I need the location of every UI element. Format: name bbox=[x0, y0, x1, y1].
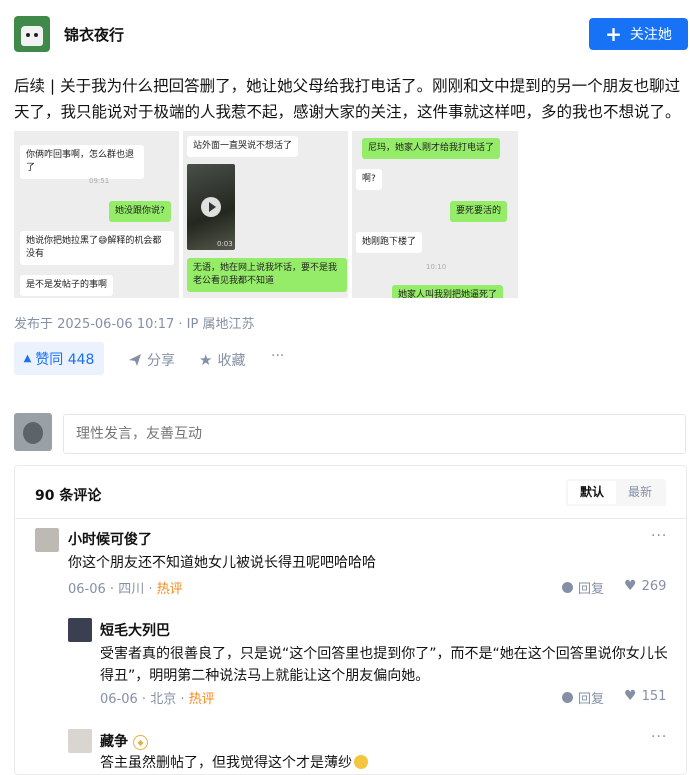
sort-default-tab[interactable]: 默认 bbox=[568, 481, 616, 504]
avatar-eye bbox=[34, 33, 38, 37]
follow-label: 关注她 bbox=[629, 27, 672, 43]
sort-toggle: 默认 最新 bbox=[566, 479, 666, 506]
play-icon[interactable] bbox=[201, 197, 221, 217]
divider bbox=[15, 518, 686, 519]
publish-meta: 发布于 2025-06-06 10:17 · IP 属地江苏 bbox=[14, 317, 255, 332]
comment-text: 你这个朋友还不知道她女儿被说长得丑呢吧哈哈哈 bbox=[68, 555, 376, 571]
collect-label: 收藏 bbox=[217, 353, 246, 369]
badge-icon: ◆ bbox=[133, 735, 148, 750]
comment-location: 四川 bbox=[118, 582, 145, 597]
meta-dot: · bbox=[148, 582, 157, 597]
reply-label: 回复 bbox=[578, 582, 605, 597]
reply-button[interactable]: 回复 bbox=[562, 578, 604, 597]
chat-bubble: 尼玛，她家人刚才给我打电话了 bbox=[362, 138, 501, 159]
chat-timestamp: 09:51 bbox=[89, 177, 110, 185]
chat-bubble: 她说你把她拉黑了😅解释的机会都没有 bbox=[20, 231, 174, 265]
chat-bubble: 是不是发帖子的事啊 bbox=[20, 275, 114, 296]
comment-text: 受害者真的很善良了，只是说“这个回答里也提到你了”，而不是“她在这个回答里说你女… bbox=[100, 646, 668, 684]
reply-button[interactable]: 回复 bbox=[562, 688, 604, 707]
chat-bubble: 她家人叫我别把她逼死了 bbox=[392, 285, 504, 298]
avatar-face bbox=[21, 26, 43, 46]
chat-screenshot-3[interactable]: 尼玛，她家人刚才给我打电话了 啊? 要死要活的 她刚跑下楼了 10:10 她家人… bbox=[352, 131, 518, 298]
chat-bubble: 她刚跑下楼了 bbox=[356, 232, 423, 253]
chat-bubble: 无语，她在网上说我坏话，要不是我老公看见我都不知道 bbox=[187, 258, 347, 292]
meta-dot: · bbox=[109, 582, 119, 597]
share-button[interactable]: 分享 bbox=[128, 350, 175, 370]
comment-author: 藏争 bbox=[100, 734, 128, 750]
chat-bubble: 你俩咋回事啊，怎么群也退了 bbox=[20, 145, 144, 179]
more-actions-button[interactable]: ··· bbox=[271, 348, 284, 364]
meta-dot: · bbox=[180, 692, 189, 707]
video-duration: 0:03 bbox=[217, 240, 233, 248]
comment-author[interactable]: 短毛大列巴 bbox=[100, 620, 170, 640]
comment-text-row: 答主虽然删帖了，但我觉得这个才是薄纱 bbox=[100, 752, 668, 774]
hot-comment-tag: 热评 bbox=[188, 692, 215, 707]
author-name[interactable]: 锦衣夜行 bbox=[64, 24, 124, 45]
reply-icon bbox=[562, 582, 573, 593]
hot-comment-tag: 热评 bbox=[156, 582, 183, 597]
chat-bubble: 站外面一直哭说不想活了 bbox=[187, 136, 299, 157]
like-count: 269 bbox=[641, 578, 667, 594]
comment-location: 北京 bbox=[150, 692, 177, 707]
upvote-button[interactable]: ▲ 赞同 448 bbox=[14, 342, 104, 375]
like-button[interactable]: ♥ 269 bbox=[624, 578, 666, 594]
chat-bubble: 要死要活的 bbox=[450, 201, 508, 222]
avatar-eye bbox=[26, 33, 30, 37]
emoji-icon bbox=[354, 755, 368, 769]
chat-timestamp: 10:10 bbox=[426, 263, 447, 271]
collect-button[interactable]: ★ 收藏 bbox=[199, 350, 245, 370]
chat-bubble: 啊? bbox=[356, 169, 382, 190]
comment-meta: 06-06 · 四川 · 热评 bbox=[68, 578, 183, 597]
comment-count: 90 条评论 bbox=[35, 488, 102, 504]
answer-text: 后续 | 关于我为什么把回答删了，她让她父母给我打电话了。刚刚和文中提到的另一个… bbox=[14, 77, 681, 121]
comment-date: 06-06 bbox=[68, 582, 106, 597]
comment-avatar[interactable] bbox=[68, 618, 92, 642]
chat-screenshot-1[interactable]: 你俩咋回事啊，怎么群也退了 09:51 她没跟你说? 她说你把她拉黑了😅解释的机… bbox=[14, 131, 179, 298]
sort-latest-tab[interactable]: 最新 bbox=[616, 479, 664, 506]
triangle-up-icon: ▲ bbox=[23, 353, 32, 364]
comment-more-button[interactable]: ··· bbox=[651, 528, 667, 544]
comment-input[interactable] bbox=[63, 414, 686, 454]
like-count: 151 bbox=[641, 688, 667, 704]
reply-icon bbox=[562, 692, 573, 703]
comment-avatar[interactable] bbox=[68, 729, 92, 753]
current-user-avatar bbox=[14, 413, 52, 451]
share-icon bbox=[129, 354, 141, 366]
heart-icon: ♥ bbox=[624, 578, 637, 594]
upvote-label: 赞同 448 bbox=[35, 351, 95, 368]
chat-bubble: 她没跟你说? bbox=[109, 201, 171, 222]
comment-avatar[interactable] bbox=[35, 528, 59, 552]
comment-more-button[interactable]: ··· bbox=[651, 729, 667, 745]
plus-icon: + bbox=[605, 22, 622, 46]
chat-screenshot-2[interactable]: 站外面一直哭说不想活了 0:03 无语，她在网上说我坏话，要不是我老公看见我都不… bbox=[183, 131, 348, 298]
share-label: 分享 bbox=[147, 353, 175, 369]
follow-button[interactable]: + 关注她 bbox=[589, 18, 688, 50]
avatar-shape bbox=[23, 422, 43, 444]
comment-meta: 06-06 · 北京 · 热评 bbox=[100, 688, 215, 707]
comment-author[interactable]: 小时候可俊了 bbox=[68, 529, 152, 549]
comment-date: 06-06 bbox=[100, 692, 138, 707]
meta-dot: · bbox=[141, 692, 151, 707]
comment-author-row[interactable]: 藏争 ◆ bbox=[100, 731, 148, 751]
video-thumbnail[interactable]: 0:03 bbox=[187, 164, 235, 250]
heart-icon: ♥ bbox=[624, 688, 637, 704]
like-button[interactable]: ♥ 151 bbox=[624, 688, 666, 704]
reply-label: 回复 bbox=[578, 692, 605, 707]
star-icon: ★ bbox=[199, 351, 213, 369]
author-avatar[interactable] bbox=[14, 16, 50, 52]
